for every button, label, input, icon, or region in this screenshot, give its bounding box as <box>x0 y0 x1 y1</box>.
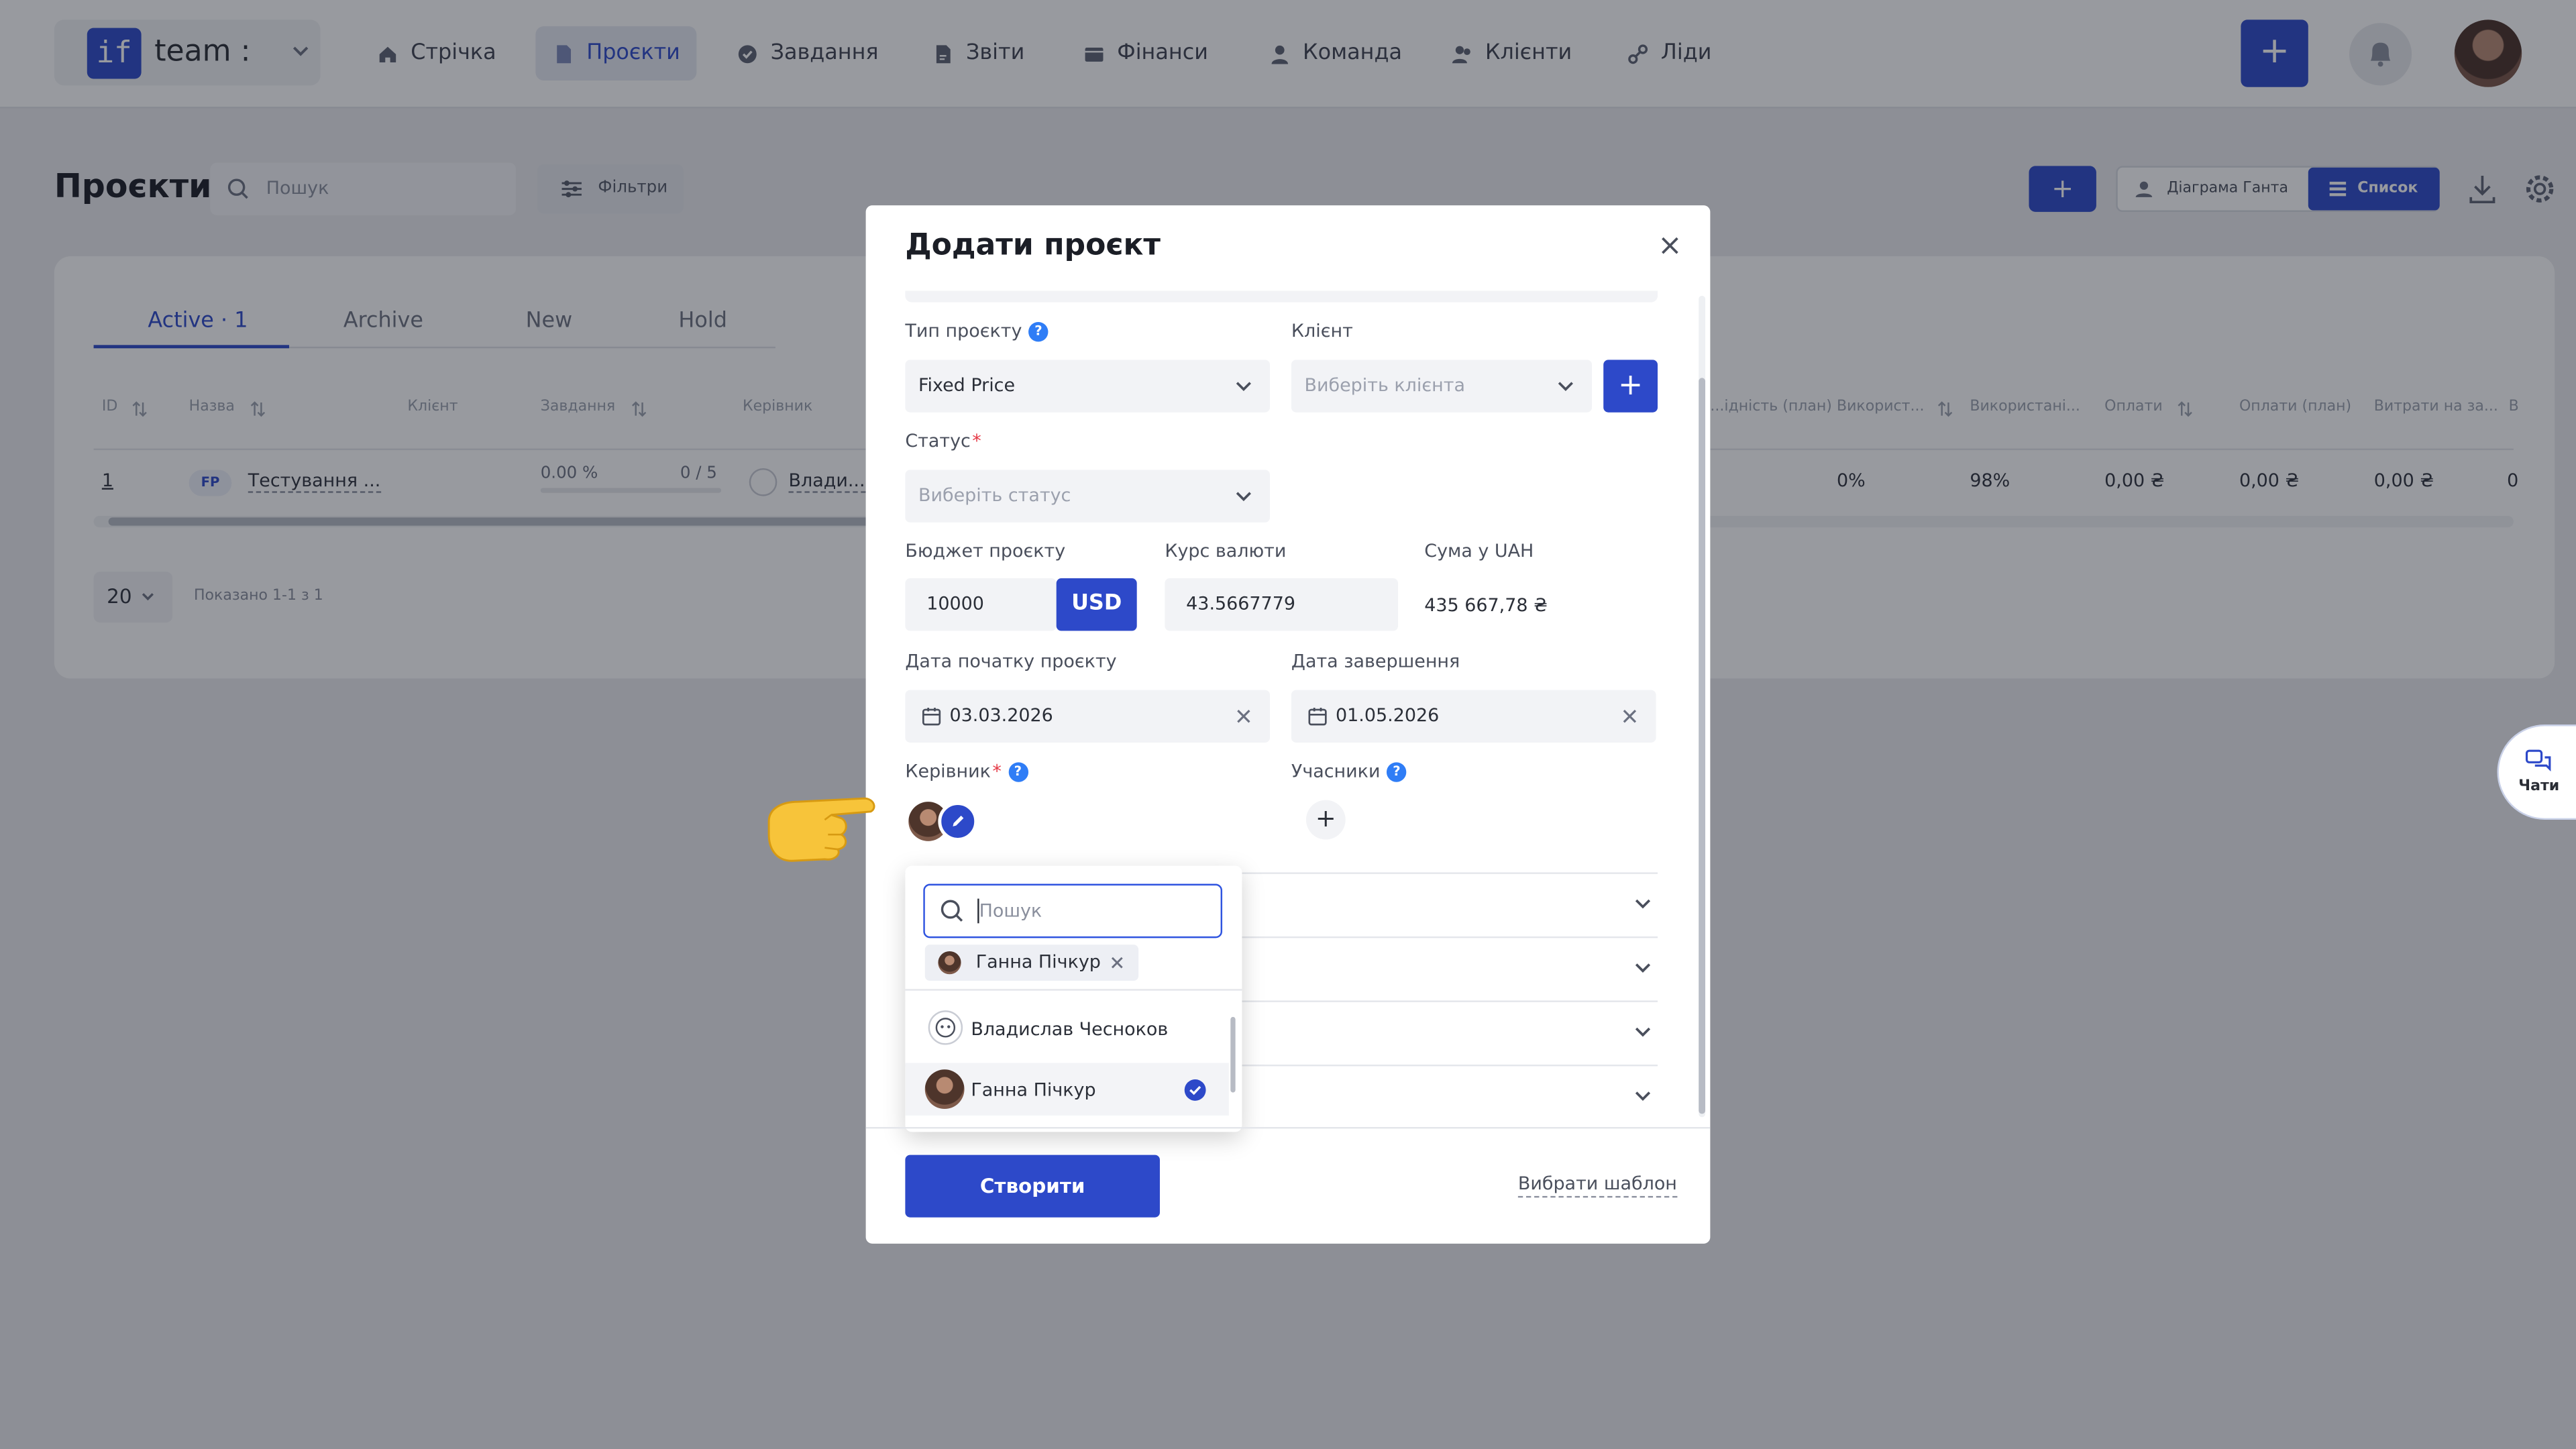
end-date-value: 01.05.2026 <box>1336 704 1440 727</box>
client-select[interactable]: Виберіть клієнта <box>1291 360 1593 413</box>
option-avatar <box>924 1069 965 1110</box>
help-icon[interactable]: ? <box>1028 321 1049 341</box>
participants-label-text: Учасники <box>1291 760 1381 782</box>
dropdown-scroll-thumb[interactable] <box>1230 1016 1236 1093</box>
start-date-input[interactable]: 03.03.2026 <box>905 690 1271 743</box>
budget-input[interactable]: 10000 <box>905 578 1057 631</box>
close-icon[interactable] <box>1111 956 1124 969</box>
client-label: Клієнт <box>1291 320 1353 342</box>
choose-template-link[interactable]: Вибрати шаблон <box>1517 1173 1677 1198</box>
pencil-icon <box>953 815 964 826</box>
checkmark-icon <box>1184 1079 1206 1101</box>
budget-label: Бюджет проєкту <box>905 540 1066 562</box>
manager-label: Керівник *? <box>905 761 1028 782</box>
chip-avatar <box>938 951 961 975</box>
search-icon <box>941 900 963 922</box>
manager-search-input[interactable]: Пошук <box>923 883 1223 938</box>
robot-face-icon <box>935 1018 956 1038</box>
uah-label: Сума у UAH <box>1424 540 1534 562</box>
chat-icon <box>2525 749 2551 771</box>
rate-input[interactable]: 43.5667779 <box>1165 578 1399 631</box>
currency-select[interactable]: USD <box>1056 578 1137 631</box>
previous-field-remnant <box>905 290 1658 303</box>
edit-manager-button[interactable] <box>938 802 978 841</box>
chevron-down-icon <box>1558 382 1573 392</box>
project-type-select[interactable]: Fixed Price <box>905 360 1271 413</box>
chevron-down-icon <box>1236 492 1251 502</box>
clear-end-date-icon[interactable] <box>1621 708 1638 724</box>
selected-manager-chip: Ганна Пічкур <box>924 945 1139 981</box>
option-avatar <box>928 1010 963 1045</box>
dropdown-option[interactable]: Владислав Чесноков <box>905 1002 1228 1055</box>
help-icon[interactable]: ? <box>1387 761 1407 782</box>
project-type-label: Тип проєкту? <box>905 320 1049 342</box>
dropdown-option-selected[interactable]: Ганна Пічкур <box>905 1063 1229 1116</box>
calendar-icon <box>922 708 941 726</box>
app-root: if team : Стрічка Проєкти Завдання Звіти… <box>0 0 2576 1449</box>
project-type-label-text: Тип проєкту <box>905 320 1022 342</box>
option-label: Владислав Чесноков <box>971 1018 1169 1040</box>
modal-footer-divider <box>865 1127 1711 1129</box>
chevron-down-icon <box>1236 382 1251 392</box>
modal-scroll-thumb[interactable] <box>1699 378 1706 1114</box>
start-date-label: Дата початку проєкту <box>905 650 1117 672</box>
calendar-icon <box>1308 708 1327 726</box>
project-type-value: Fixed Price <box>918 374 1016 396</box>
client-placeholder: Виберіть клієнта <box>1304 374 1465 396</box>
chevron-down-icon[interactable] <box>1633 896 1652 912</box>
create-button[interactable]: Створити <box>905 1155 1160 1218</box>
chip-label: Ганна Пічкур <box>975 951 1101 973</box>
required-mark: * <box>992 760 1002 782</box>
clear-start-date-icon[interactable] <box>1236 708 1252 724</box>
dropdown-divider <box>905 989 1242 991</box>
status-label-text: Статус <box>905 430 971 452</box>
chevron-down-icon[interactable] <box>1633 959 1652 975</box>
rate-label: Курс валюти <box>1165 540 1287 562</box>
status-label: Статус * <box>905 431 981 452</box>
participants-label: Учасники? <box>1291 761 1407 782</box>
status-placeholder: Виберіть статус <box>918 484 1071 506</box>
modal-title: Додати проєкт <box>905 228 1161 263</box>
chats-label: Чати <box>2518 778 2560 796</box>
required-mark: * <box>972 430 981 452</box>
help-icon[interactable]: ? <box>1008 761 1028 782</box>
chevron-down-icon[interactable] <box>1633 1087 1652 1104</box>
chevron-down-icon[interactable] <box>1633 1024 1652 1040</box>
status-select[interactable]: Виберіть статус <box>905 470 1271 523</box>
start-date-value: 03.03.2026 <box>949 704 1053 727</box>
option-label: Ганна Пічкур <box>971 1079 1096 1101</box>
end-date-input[interactable]: 01.05.2026 <box>1291 690 1656 743</box>
pointing-hand-icon <box>767 797 875 862</box>
add-client-button[interactable]: + <box>1603 360 1658 413</box>
manager-label-text: Керівник <box>905 760 991 782</box>
add-participant-button[interactable]: + <box>1305 800 1346 840</box>
manager-search-placeholder: Пошук <box>979 900 1042 922</box>
end-date-label: Дата завершення <box>1291 650 1460 672</box>
close-icon[interactable] <box>1659 235 1680 256</box>
uah-value: 435 667,78 ₴ <box>1424 594 1548 616</box>
modal-scrollbar[interactable] <box>1699 295 1706 1118</box>
